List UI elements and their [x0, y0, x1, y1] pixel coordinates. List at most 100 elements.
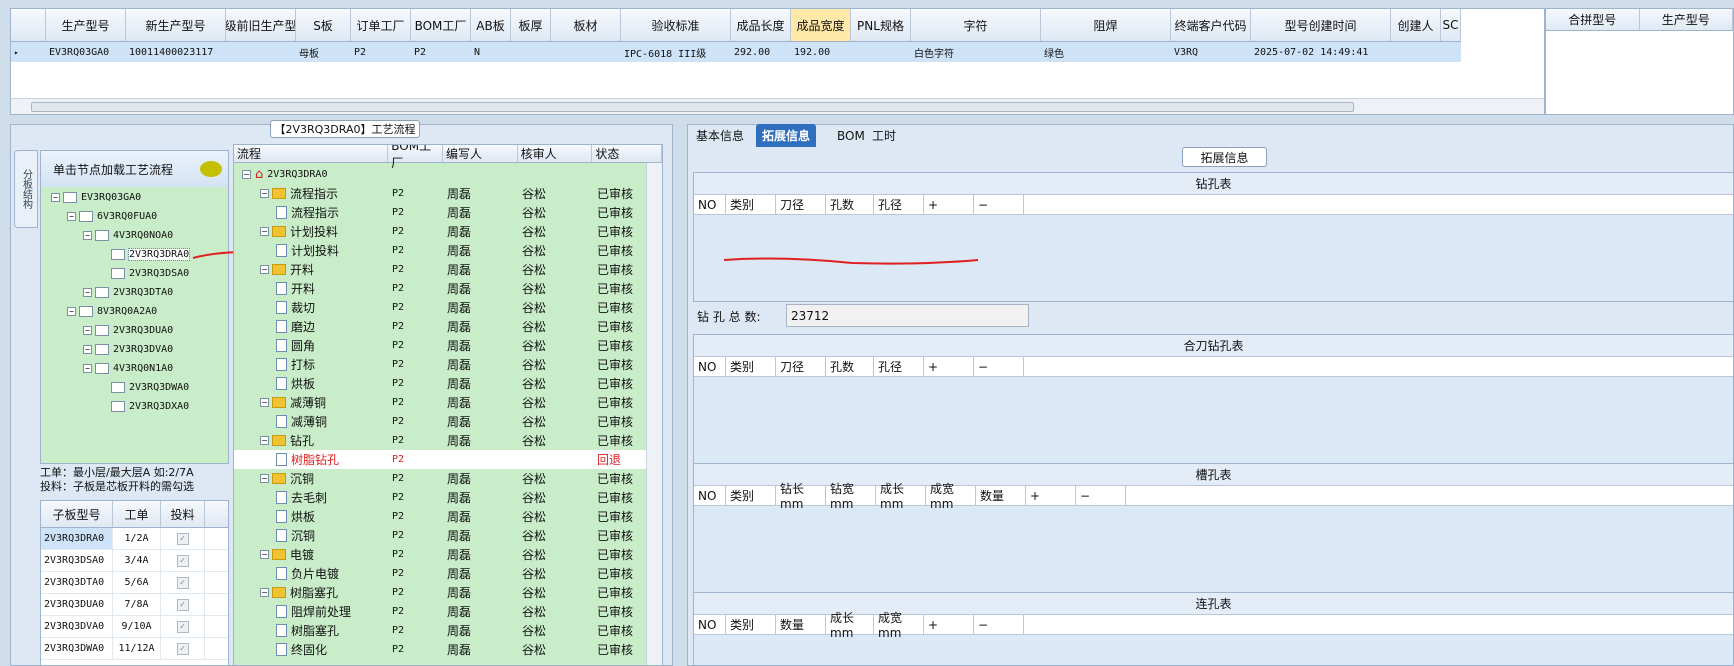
column-header[interactable]: +	[924, 357, 974, 376]
tab-3[interactable]: 工时	[866, 124, 902, 147]
table-cell[interactable]: 10011400023117	[126, 42, 226, 62]
table-row[interactable]: 2V3RQ3DVA0 9/10A ✓	[41, 616, 228, 638]
column-header[interactable]: +	[924, 195, 974, 214]
tab-0[interactable]: 基本信息	[690, 124, 750, 147]
tree-node[interactable]: 2V3RQ3DXA0	[99, 398, 189, 415]
table-cell[interactable]: P2	[351, 42, 411, 62]
table-row[interactable]: 2V3RQ3DTA0 5/6A ✓	[41, 572, 228, 594]
flow-row[interactable]: 树脂钻孔 P2 回退	[234, 450, 648, 469]
column-header[interactable]: +	[1026, 486, 1076, 505]
table-cell[interactable]	[551, 42, 621, 62]
feed-checkbox-cell[interactable]: ✓	[161, 594, 205, 615]
feed-checkbox-cell[interactable]: ✓	[161, 528, 205, 549]
column-header[interactable]: 阻焊	[1041, 9, 1171, 41]
expand-toggle-icon[interactable]: −	[83, 345, 92, 354]
column-header[interactable]: −	[974, 615, 1024, 634]
table-cell[interactable]	[226, 42, 296, 62]
flow-row[interactable]: − 开料 P2 周磊 谷松 已审核	[234, 260, 648, 279]
expand-toggle-icon[interactable]: −	[242, 170, 251, 179]
column-header[interactable]: 工单	[113, 501, 161, 527]
checkbox[interactable]: ✓	[176, 642, 189, 655]
flow-row[interactable]: 树脂塞孔 P2 周磊 谷松 已审核	[234, 621, 648, 640]
tree-node[interactable]: − 2V3RQ3DTA0	[83, 284, 173, 301]
expand-toggle-icon[interactable]: −	[260, 189, 269, 198]
column-header[interactable]: −	[974, 357, 1024, 376]
table-cell[interactable]	[851, 42, 911, 62]
table-row[interactable]: 2V3RQ3DRA0 1/2A ✓	[41, 528, 228, 550]
flow-row[interactable]: 流程指示 P2 周磊 谷松 已审核	[234, 203, 648, 222]
column-header[interactable]: 流程	[234, 145, 389, 162]
column-header[interactable]: 投料	[161, 501, 205, 527]
tree-node[interactable]: − 2V3RQ3DUA0	[83, 322, 173, 339]
column-header[interactable]: 板材	[551, 9, 621, 41]
column-header[interactable]: 合拼型号	[1546, 9, 1640, 30]
expand-toggle-icon[interactable]: −	[67, 307, 76, 316]
flow-row[interactable]: 去毛刺 P2 周磊 谷松 已审核	[234, 488, 648, 507]
tree-node[interactable]: − EV3RQ03GA0	[51, 189, 141, 206]
flow-root-node[interactable]: − ⌂ 2V3RQ3DRA0	[234, 165, 648, 184]
table-cell[interactable]: 白色字符	[911, 42, 1041, 62]
column-header[interactable]: PNL规格	[851, 9, 911, 41]
column-header[interactable]: 状态	[592, 145, 662, 162]
tree-node[interactable]: − 6V3RQ0FUA0	[67, 208, 157, 225]
column-header[interactable]: BOM工厂	[388, 145, 444, 170]
flow-row[interactable]: 沉铜 P2 周磊 谷松 已审核	[234, 526, 648, 545]
column-header[interactable]: 子板型号	[41, 501, 113, 527]
checkbox[interactable]: ✓	[176, 576, 189, 589]
expand-toggle-icon[interactable]: −	[83, 231, 92, 240]
checkbox[interactable]: ✓	[176, 554, 189, 567]
column-header[interactable]: SC	[1441, 9, 1461, 41]
flow-row[interactable]: 开料 P2 周磊 谷松 已审核	[234, 279, 648, 298]
checkbox[interactable]: ✓	[176, 598, 189, 611]
tree-node[interactable]: 2V3RQ3DSA0	[99, 265, 189, 282]
tab-1[interactable]: 拓展信息	[756, 124, 817, 147]
column-header[interactable]: 字符	[911, 9, 1041, 41]
tree-node[interactable]: − 4V3RQ0NOA0	[83, 227, 173, 244]
tree-node[interactable]: 2V3RQ3DRA0	[99, 246, 191, 263]
table-cell[interactable]: IPC-6018 III级	[621, 42, 731, 62]
expand-toggle-icon[interactable]: −	[67, 212, 76, 221]
table-cell[interactable]: EV3RQ03GA0	[46, 42, 126, 62]
flow-row[interactable]: − 流程指示 P2 周磊 谷松 已审核	[234, 184, 648, 203]
column-header[interactable]: 创建人	[1391, 9, 1441, 41]
flow-row[interactable]: − 减薄铜 P2 周磊 谷松 已审核	[234, 393, 648, 412]
drill-total-field[interactable]: 23712	[786, 304, 1029, 327]
table-cell[interactable]: 192.00	[791, 42, 851, 62]
table-cell[interactable]: V3RQ	[1171, 42, 1251, 62]
column-header[interactable]: 新生产型号	[126, 9, 226, 41]
column-header[interactable]: 终端客户代码	[1171, 9, 1251, 41]
flow-row[interactable]: 磨边 P2 周磊 谷松 已审核	[234, 317, 648, 336]
table-cell[interactable]	[1391, 42, 1441, 62]
table-cell[interactable]	[1441, 42, 1461, 62]
expand-toggle-icon[interactable]: −	[260, 474, 269, 483]
column-header[interactable]: AB板	[471, 9, 511, 41]
flow-row[interactable]: − 计划投料 P2 周磊 谷松 已审核	[234, 222, 648, 241]
expand-toggle-icon[interactable]: −	[260, 588, 269, 597]
flow-row[interactable]: 烘板 P2 周磊 谷松 已审核	[234, 507, 648, 526]
column-header[interactable]: 生产型号	[46, 9, 126, 41]
column-header[interactable]: 板厚	[511, 9, 551, 41]
feed-checkbox-cell[interactable]: ✓	[161, 638, 205, 659]
column-header[interactable]: 成品宽度	[791, 9, 851, 41]
flow-row[interactable]: − 树脂塞孔 P2 周磊 谷松 已审核	[234, 583, 648, 602]
expand-toggle-icon[interactable]: −	[260, 436, 269, 445]
expand-toggle-icon[interactable]: −	[83, 288, 92, 297]
column-header[interactable]: BOM工厂	[411, 9, 471, 41]
column-header[interactable]: 订单工厂	[351, 9, 411, 41]
expand-toggle-icon[interactable]: −	[260, 227, 269, 236]
checkbox[interactable]: ✓	[176, 620, 189, 633]
tree-node[interactable]: 2V3RQ3DWA0	[99, 379, 189, 396]
flow-row[interactable]: 圆角 P2 周磊 谷松 已审核	[234, 336, 648, 355]
expand-toggle-icon[interactable]: −	[51, 193, 60, 202]
expand-toggle-icon[interactable]: −	[83, 364, 92, 373]
tab-2[interactable]: BOM	[831, 124, 871, 147]
flow-row[interactable]: 打标 P2 周磊 谷松 已审核	[234, 355, 648, 374]
column-header[interactable]: 成品长度	[731, 9, 791, 41]
column-header[interactable]: S板	[296, 9, 351, 41]
column-header[interactable]: −	[1076, 486, 1126, 505]
expand-toggle-icon[interactable]: −	[260, 265, 269, 274]
column-header[interactable]: 升级前旧生产型号	[226, 9, 296, 41]
horizontal-scrollbar[interactable]	[11, 98, 1544, 114]
flow-row[interactable]: 终固化 P2 周磊 谷松 已审核	[234, 640, 648, 659]
feed-checkbox-cell[interactable]: ✓	[161, 572, 205, 593]
